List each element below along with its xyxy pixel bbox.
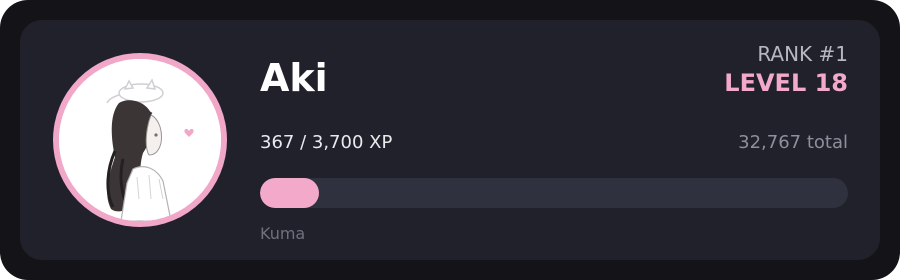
avatar-image — [59, 59, 221, 221]
rank-label: RANK #1 — [757, 42, 848, 66]
username: Aki — [260, 56, 328, 100]
xp-progress-bar-fill — [260, 178, 319, 208]
profile-rank-card-frame: Aki RANK #1 LEVEL 18 367 / 3,700 XP 32,7… — [0, 0, 900, 280]
xp-total-text: 32,767 total — [738, 132, 848, 153]
anime-girl-avatar-icon — [59, 59, 221, 221]
avatar — [53, 53, 227, 227]
xp-progress-text: 367 / 3,700 XP — [260, 132, 393, 153]
level-label: LEVEL 18 — [724, 69, 848, 97]
xp-progress-bar — [260, 178, 848, 208]
footer-label: Kuma — [260, 224, 306, 243]
